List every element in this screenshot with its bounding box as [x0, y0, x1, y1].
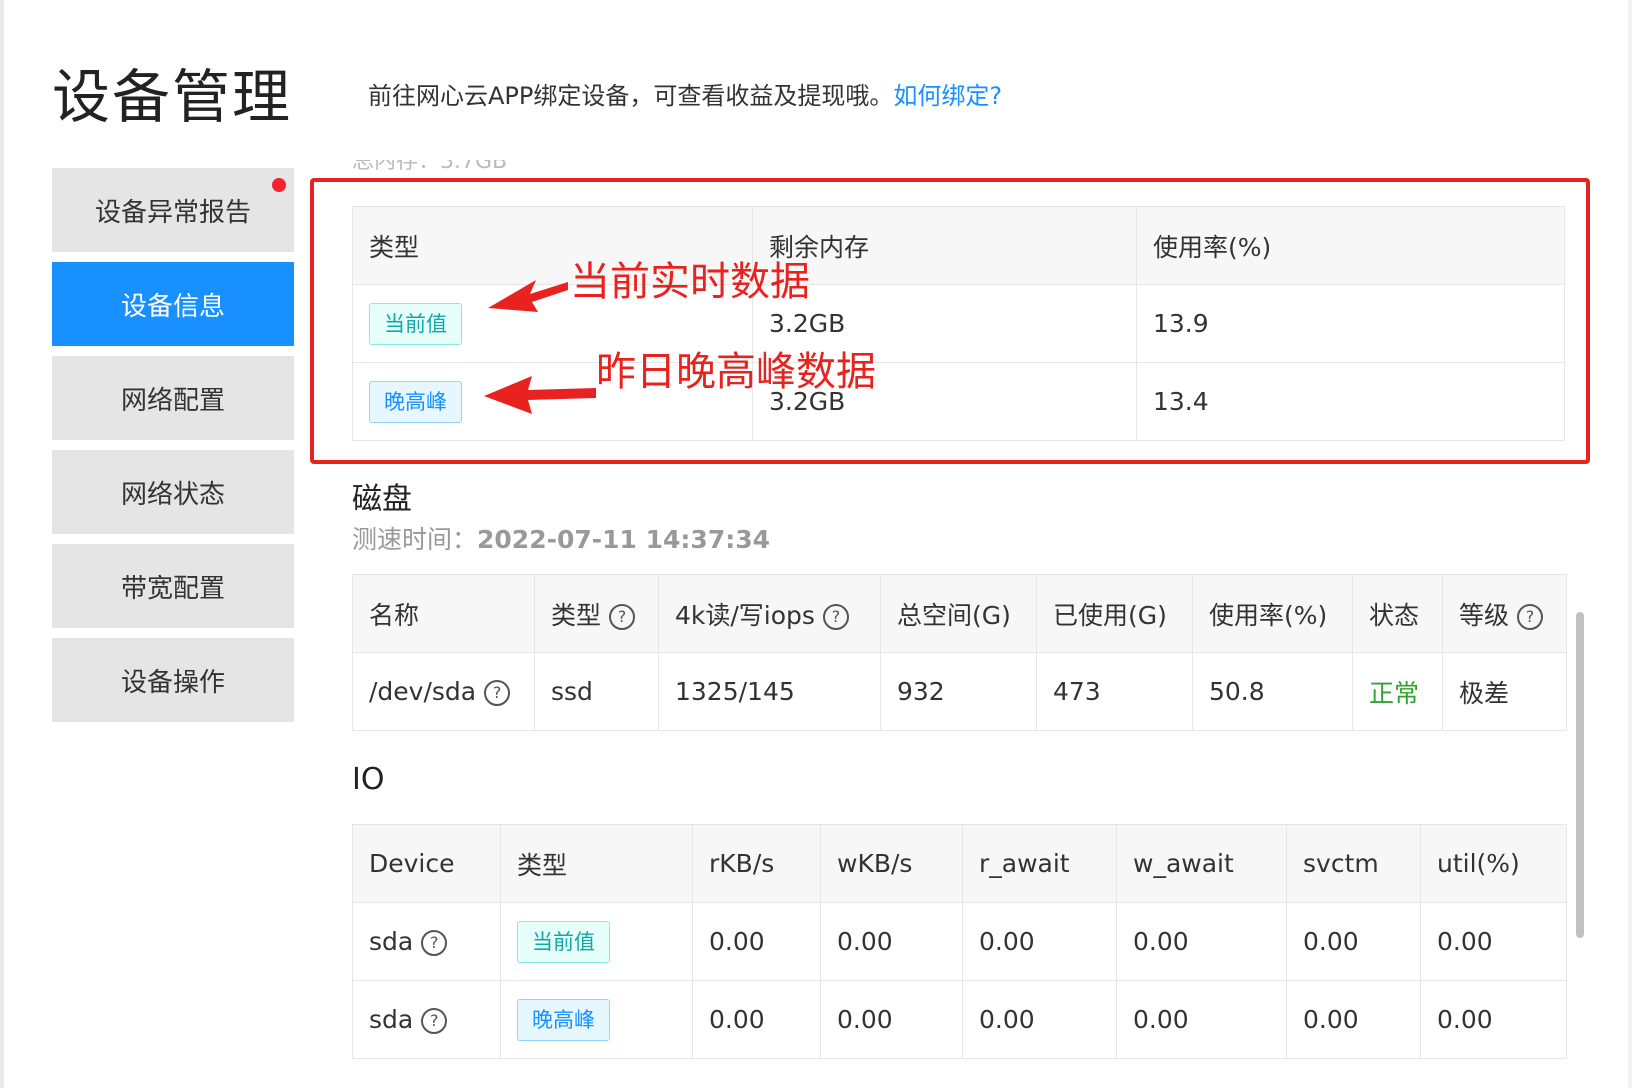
device-name: sda [369, 1005, 414, 1034]
disk-type-cell: ssd [534, 652, 659, 731]
util-cell: 0.00 [1420, 980, 1567, 1059]
rkb-cell: 0.00 [692, 980, 821, 1059]
question-circle-icon[interactable]: ? [484, 680, 511, 706]
column-header: r_await [962, 824, 1117, 903]
column-header: 总空间(G) [880, 574, 1037, 653]
column-header: 已使用(G) [1036, 574, 1193, 653]
type-cell: 晚高峰 [500, 980, 693, 1059]
svctm-cell: 0.00 [1286, 902, 1421, 981]
column-header: 名称 [352, 574, 535, 653]
question-circle-icon[interactable]: ? [1517, 603, 1544, 630]
disk-name: /dev/sda [369, 677, 477, 706]
column-header-label: 类型 [551, 600, 602, 630]
io-section-title: IO [352, 762, 385, 797]
table-row: /dev/sda? ssd 1325/145 932 473 50.8 正常 极… [352, 652, 1567, 731]
status-badge: 正常 [1352, 652, 1443, 731]
disk-table: 名称 类型? 4k读/写iops? 总空间(G) 已使用(G) 使用率(%) 状… [352, 574, 1567, 731]
column-header-label: 4k读/写iops [675, 600, 815, 630]
column-header-label: 等级 [1459, 600, 1510, 630]
speed-test-value: 2022-07-11 14:37:34 [477, 525, 770, 554]
column-header: 状态 [1352, 574, 1443, 653]
device-cell: sda? [352, 980, 501, 1059]
column-header: svctm [1286, 824, 1421, 903]
question-circle-icon[interactable]: ? [421, 930, 448, 956]
column-header: 使用率(%) [1192, 574, 1353, 653]
io-table: Device 类型 rKB/s wKB/s r_await w_await sv… [352, 824, 1567, 1059]
disk-section-title: 磁盘 [352, 482, 412, 517]
column-header: 4k读/写iops? [658, 574, 881, 653]
table-header-row: Device 类型 rKB/s wKB/s r_await w_await sv… [352, 824, 1567, 903]
wkb-cell: 0.00 [820, 902, 963, 981]
table-row: sda? 当前值 0.00 0.00 0.00 0.00 0.00 0.00 [352, 902, 1567, 981]
util-cell: 0.00 [1420, 902, 1567, 981]
annotation-current-label: 当前实时数据 [570, 259, 810, 305]
question-circle-icon[interactable]: ? [421, 1008, 448, 1034]
column-header: w_await [1116, 824, 1287, 903]
used-space-cell: 473 [1036, 652, 1193, 731]
table-header-row: 名称 类型? 4k读/写iops? 总空间(G) 已使用(G) 使用率(%) 状… [352, 574, 1567, 653]
device-cell: sda? [352, 902, 501, 981]
column-header: rKB/s [692, 824, 821, 903]
column-header: 类型 [500, 824, 693, 903]
table-row: sda? 晚高峰 0.00 0.00 0.00 0.00 0.00 0.00 [352, 980, 1567, 1059]
question-circle-icon[interactable]: ? [822, 603, 849, 630]
r-await-cell: 0.00 [962, 980, 1117, 1059]
red-arrow-icon [484, 376, 596, 414]
wkb-cell: 0.00 [820, 980, 963, 1059]
rkb-cell: 0.00 [692, 902, 821, 981]
speed-test-label: 测速时间： [352, 525, 478, 554]
annotation-peak-label: 昨日晚高峰数据 [596, 349, 876, 395]
w-await-cell: 0.00 [1116, 902, 1287, 981]
column-header: 类型? [534, 574, 659, 653]
peak-value-tag: 晚高峰 [517, 998, 610, 1041]
iops-cell: 1325/145 [658, 652, 881, 731]
current-value-tag: 当前值 [517, 920, 610, 963]
column-header: wKB/s [820, 824, 963, 903]
column-header: 等级? [1442, 574, 1567, 653]
usage-cell: 50.8 [1192, 652, 1353, 731]
level-cell: 极差 [1442, 652, 1567, 731]
device-name: sda [369, 927, 414, 956]
r-await-cell: 0.00 [962, 902, 1117, 981]
total-space-cell: 932 [880, 652, 1037, 731]
svctm-cell: 0.00 [1286, 980, 1421, 1059]
speed-test-time: 测速时间：2022-07-11 14:37:34 [352, 522, 770, 558]
column-header: util(%) [1420, 824, 1567, 903]
vertical-scrollbar[interactable] [1576, 612, 1584, 938]
disk-name-cell: /dev/sda? [352, 652, 535, 731]
type-cell: 当前值 [500, 902, 693, 981]
column-header: Device [352, 824, 501, 903]
w-await-cell: 0.00 [1116, 980, 1287, 1059]
question-circle-icon[interactable]: ? [609, 603, 636, 630]
red-arrow-icon [488, 280, 568, 312]
